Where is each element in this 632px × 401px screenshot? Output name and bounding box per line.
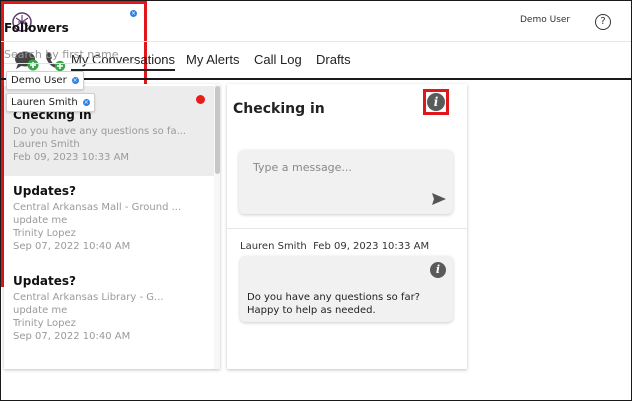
follower-name: Lauren Smith xyxy=(11,97,78,108)
message-line: Happy to help as needed. xyxy=(247,305,376,316)
tab-my-alerts[interactable]: My Alerts xyxy=(186,52,239,67)
add-follower-icon[interactable]: × xyxy=(130,10,137,17)
message-composer xyxy=(239,150,453,214)
conversation-author: Trinity Lopez xyxy=(13,318,76,329)
conversation-preview: update me xyxy=(13,305,68,316)
conversation-date: Sep 07, 2022 10:40 AM xyxy=(13,241,131,252)
message-author: Lauren Smith xyxy=(240,241,307,252)
conversation-location: Central Arkansas Library - G... xyxy=(13,292,164,303)
conversation-heading: Checking in xyxy=(233,101,325,117)
question-icon[interactable]: ? xyxy=(595,14,611,30)
conversation-location: Central Arkansas Mall - Ground ... xyxy=(13,202,182,213)
remove-follower-icon[interactable]: × xyxy=(71,77,79,84)
tab-call-log[interactable]: Call Log xyxy=(254,52,302,67)
message-line: Do you have any questions so far? xyxy=(247,292,420,303)
divider xyxy=(227,228,467,229)
conversation-list: Checking in Do you have any questions so… xyxy=(4,84,220,369)
list-scrollbar-thumb[interactable] xyxy=(215,86,220,174)
info-icon[interactable]: i xyxy=(427,93,445,111)
conversation-author: Lauren Smith xyxy=(13,139,80,150)
follower-chip: Demo User × xyxy=(6,71,84,90)
remove-follower-icon[interactable]: × xyxy=(82,99,90,106)
follower-name: Demo User xyxy=(11,75,67,86)
top-bar: Demo User ? xyxy=(1,1,631,42)
conversation-panel: Checking in i Lauren Smith Feb 09, 2023 … xyxy=(227,84,467,369)
unread-dot-icon xyxy=(196,95,205,104)
user-name[interactable]: Demo User xyxy=(520,15,570,25)
conversation-author: Trinity Lopez xyxy=(13,228,76,239)
conversation-date: Sep 07, 2022 10:40 AM xyxy=(13,331,131,342)
message-card: i Do you have any questions so far? Happ… xyxy=(240,256,453,322)
message-text: Do you have any questions so far? Happy … xyxy=(247,291,420,317)
message-meta: Lauren Smith Feb 09, 2023 10:33 AM xyxy=(240,241,429,252)
message-input[interactable] xyxy=(251,160,425,175)
conversation-preview: Do you have any questions so fa... xyxy=(13,126,187,137)
conversation-date: Feb 09, 2023 10:33 AM xyxy=(13,152,130,163)
followers-title: Followers xyxy=(4,21,69,35)
conversation-title: Updates? xyxy=(13,274,76,288)
conversation-item[interactable]: Updates? Central Arkansas Library - G...… xyxy=(4,274,214,343)
conversation-title: Updates? xyxy=(13,184,76,198)
send-icon[interactable] xyxy=(432,193,446,205)
message-info-icon[interactable]: i xyxy=(430,262,446,278)
follower-chip: Lauren Smith × xyxy=(6,93,95,112)
tab-drafts[interactable]: Drafts xyxy=(316,52,351,67)
info-highlight: i xyxy=(423,89,449,115)
conversation-preview: update me xyxy=(13,215,68,226)
message-date: Feb 09, 2023 10:33 AM xyxy=(313,241,430,252)
app-window: Demo User ? My Conversations My Alerts C… xyxy=(0,0,632,401)
follower-search-input[interactable] xyxy=(4,45,136,64)
conversation-item[interactable]: Updates? Central Arkansas Mall - Ground … xyxy=(4,184,214,253)
